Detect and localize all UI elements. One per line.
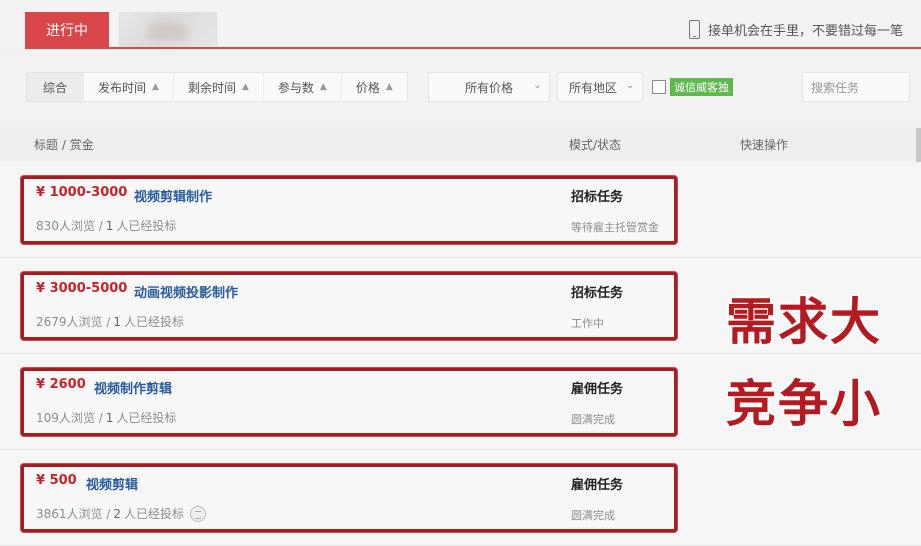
sort-arrow-icon: ▲ bbox=[152, 82, 159, 92]
search-input[interactable]: 搜索任务 bbox=[802, 72, 910, 102]
scrollbar[interactable] bbox=[916, 128, 921, 164]
sort-arrow-icon: ▲ bbox=[385, 82, 393, 92]
sort-price[interactable]: 价格 ▲ bbox=[342, 73, 407, 101]
task-status: 工作中 bbox=[571, 317, 604, 330]
tab-in-progress[interactable]: 进行中 bbox=[25, 12, 109, 48]
sort-label: 价格 bbox=[355, 80, 380, 95]
sort-arrow-icon: ▲ bbox=[319, 82, 327, 92]
bid-suffix: 人已经投标 bbox=[124, 315, 185, 329]
tab-blurred[interactable] bbox=[119, 12, 217, 48]
header-quick-actions: 快速操作 bbox=[740, 138, 789, 152]
view-count: 109 bbox=[36, 410, 59, 425]
slogan-text: 接单机会在手里，不要错过每一笔 bbox=[707, 24, 903, 39]
overlay-line-1: 需求大 bbox=[726, 293, 882, 351]
overlay-line-2: 竞争小 bbox=[726, 375, 882, 433]
sort-label: 参与数 bbox=[277, 80, 314, 95]
price-select[interactable]: 所有价格 ⌄ bbox=[428, 72, 550, 102]
sort-publish-time[interactable]: 发布时间 ▲ bbox=[84, 73, 174, 101]
honest-checkbox[interactable] bbox=[652, 80, 666, 94]
sort-remaining-time[interactable]: 剩余时间 ▲ bbox=[174, 73, 264, 101]
task-meta: 109 人浏览 / 1 人已经投标 bbox=[36, 409, 176, 426]
view-suffix: 人浏览 / bbox=[66, 507, 111, 521]
task-card[interactable]: ¥ 3000-5000 动画视频投影制作 2679 人浏览 / 1 人已经投标 … bbox=[21, 272, 677, 340]
task-status: 等待雇主托管赏金 bbox=[571, 221, 659, 234]
bid-count: 1 bbox=[105, 218, 114, 233]
tab-in-progress-label: 进行中 bbox=[46, 23, 88, 39]
price-select-value: 所有价格 bbox=[464, 80, 513, 95]
tab-underline bbox=[25, 47, 921, 49]
sort-participants[interactable]: 参与数 ▲ bbox=[264, 73, 342, 101]
view-count: 830 bbox=[36, 218, 59, 233]
view-suffix: 人浏览 / bbox=[58, 411, 103, 425]
task-title[interactable]: 视频剪辑 bbox=[86, 474, 138, 493]
header-mode-status: 模式/状态 bbox=[569, 138, 622, 152]
blurred-image bbox=[148, 23, 188, 41]
task-card[interactable]: ¥ 2600 视频制作剪辑 109 人浏览 / 1 人已经投标 雇佣任务 圆满完… bbox=[21, 368, 677, 436]
task-price: ¥ 500 bbox=[36, 473, 77, 488]
bid-suffix: 人已经投标 bbox=[116, 219, 177, 233]
task-mode: 雇佣任务 bbox=[571, 382, 624, 397]
honest-badge: 诚信威客独 bbox=[670, 78, 733, 96]
sort-group: 综合 发布时间 ▲ 剩余时间 ▲ 参与数 ▲ 价格 ▲ bbox=[26, 72, 408, 102]
task-title[interactable]: 视频剪辑制作 bbox=[134, 186, 212, 205]
filter-bar: 综合 发布时间 ▲ 剩余时间 ▲ 参与数 ▲ 价格 ▲ 所有价格 ⌄ 所有地区 ⌄ 诚信… bbox=[0, 58, 921, 114]
bid-suffix: 人已经投标 bbox=[116, 411, 177, 425]
task-meta: 830 人浏览 / 1 人已经投标 bbox=[36, 217, 176, 234]
task-meta: 3861 人浏览 / 2 人已经投标 bbox=[36, 505, 207, 522]
top-tab-bar: 进行中 接单机会在手里，不要错过每一笔 bbox=[0, 0, 921, 49]
chevron-down-icon: ⌄ bbox=[533, 81, 541, 91]
sort-arrow-icon: ▲ bbox=[241, 82, 249, 92]
task-meta: 2679 人浏览 / 1 人已经投标 bbox=[36, 313, 184, 330]
bid-suffix: 人已经投标 bbox=[124, 507, 185, 521]
view-suffix: 人浏览 / bbox=[66, 315, 111, 329]
sort-comprehensive[interactable]: 综合 bbox=[27, 73, 85, 101]
document-icon[interactable] bbox=[190, 505, 207, 522]
honest-badge-label: 诚信威客独 bbox=[674, 81, 729, 94]
region-select[interactable]: 所有地区 ⌄ bbox=[557, 72, 643, 102]
search-placeholder: 搜索任务 bbox=[811, 80, 860, 95]
task-mode: 招标任务 bbox=[571, 286, 624, 301]
table-header: 标题 / 赏金 模式/状态 快速操作 bbox=[0, 128, 921, 160]
top-slogan: 接单机会在手里，不要错过每一笔 bbox=[688, 20, 903, 39]
task-mode: 招标任务 bbox=[571, 190, 624, 205]
sort-label: 剩余时间 bbox=[187, 80, 236, 95]
header-title-reward: 标题 / 赏金 bbox=[34, 138, 94, 152]
phone-icon bbox=[688, 20, 700, 39]
bid-count: 1 bbox=[113, 314, 122, 329]
bid-count: 1 bbox=[105, 410, 114, 425]
task-price: ¥ 1000-3000 bbox=[36, 185, 128, 200]
task-title[interactable]: 视频制作剪辑 bbox=[94, 378, 172, 397]
task-card[interactable]: ¥ 1000-3000 视频剪辑制作 830 人浏览 / 1 人已经投标 招标任… bbox=[21, 176, 677, 244]
task-title[interactable]: 动画视频投影制作 bbox=[134, 282, 238, 301]
sort-label: 发布时间 bbox=[98, 80, 147, 95]
bid-count: 2 bbox=[113, 506, 122, 521]
view-count: 2679 bbox=[36, 314, 67, 329]
view-suffix: 人浏览 / bbox=[58, 219, 103, 233]
chevron-down-icon: ⌄ bbox=[626, 81, 634, 91]
task-status: 圆满完成 bbox=[571, 413, 615, 426]
view-count: 3861 bbox=[36, 506, 67, 521]
region-select-value: 所有地区 bbox=[568, 80, 617, 95]
task-status: 圆满完成 bbox=[571, 509, 615, 522]
sort-label: 综合 bbox=[43, 80, 68, 95]
task-price: ¥ 3000-5000 bbox=[36, 281, 128, 296]
task-card[interactable]: ¥ 500 视频剪辑 3861 人浏览 / 2 人已经投标 雇佣任务 圆满完成 bbox=[21, 464, 677, 532]
task-mode: 雇佣任务 bbox=[571, 478, 624, 493]
task-price: ¥ 2600 bbox=[36, 377, 86, 392]
